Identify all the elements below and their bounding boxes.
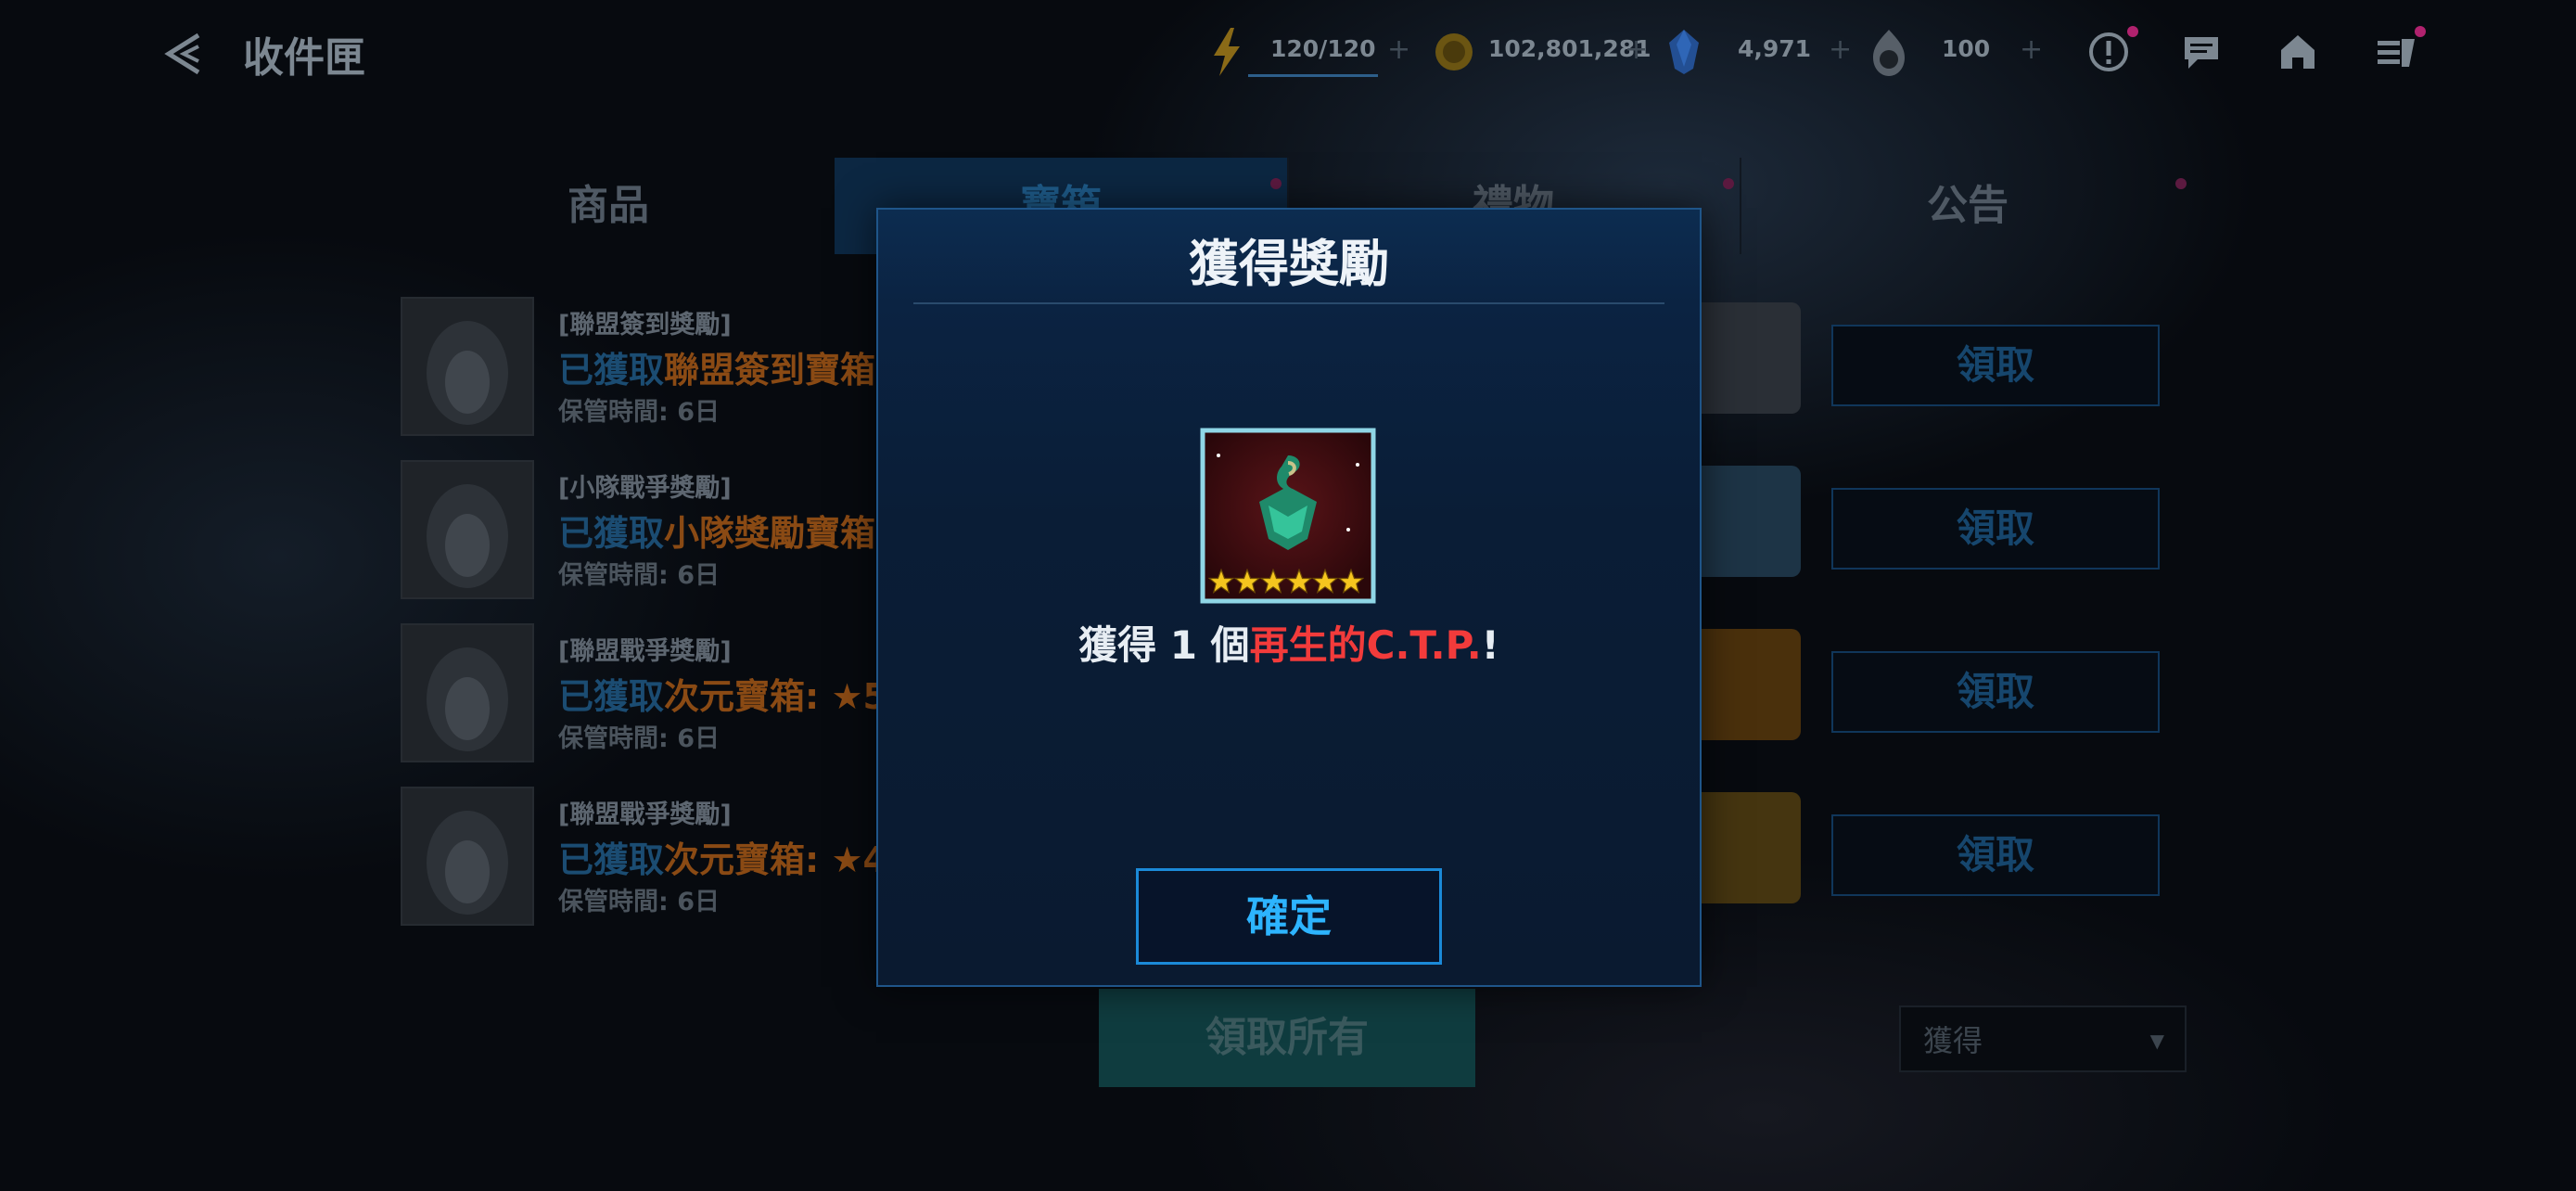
confirm-button[interactable]: 確定 (1136, 868, 1442, 965)
star-icon (1311, 568, 1339, 595)
reward-item-name: 再生的C.T.P. (1249, 622, 1482, 668)
dialog-divider (913, 302, 1664, 304)
star-icon (1337, 568, 1365, 595)
star-icon (1285, 568, 1313, 595)
star-icon (1259, 568, 1287, 595)
star-icon (1207, 568, 1235, 595)
reward-dialog: 獲得獎勵 獲得 1 個再生的C.T.P.! 確定 (876, 208, 1702, 987)
dialog-title: 獲得獎勵 (1189, 235, 1389, 293)
star-icon (1233, 568, 1261, 595)
star-rating (1207, 568, 1368, 598)
reward-message: 獲得 1 個再生的C.T.P.! (1078, 622, 1499, 668)
